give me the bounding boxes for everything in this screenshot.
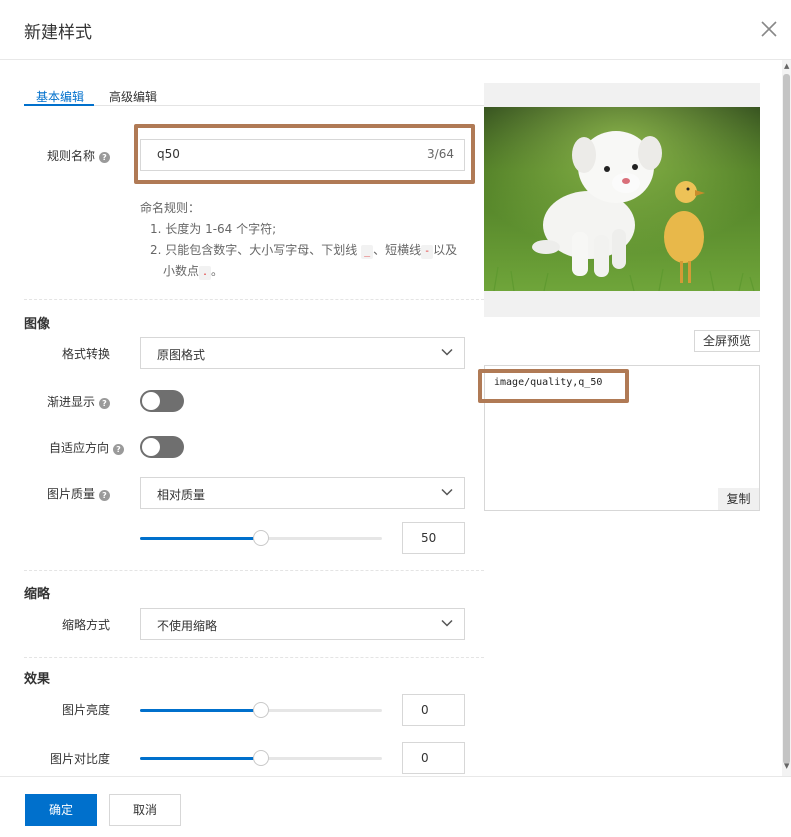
naming-rule-2-cont: 小数点.。 — [140, 261, 457, 282]
quality-number-value: 50 — [421, 531, 437, 545]
quality-slider[interactable] — [140, 530, 382, 546]
rule-name-char-count: 3/64 — [427, 147, 454, 161]
vertical-scrollbar[interactable] — [782, 60, 791, 776]
divider — [24, 299, 484, 300]
tab-advanced-edit[interactable]: 高级编辑 — [109, 88, 157, 105]
quality-mode-value: 相对质量 — [157, 488, 206, 502]
slider-handle[interactable] — [253, 530, 269, 546]
new-style-dialog: 新建样式 基本编辑 高级编辑 规则名称? q50 3/64 命名规则： 1. 长… — [0, 0, 791, 837]
contrast-label-text: 图片对比度 — [49, 752, 110, 766]
image-section-title: 图像 — [24, 317, 51, 332]
contrast-label: 图片对比度 — [0, 750, 110, 767]
naming-rule-2-text-e: 。 — [211, 264, 224, 278]
format-select-value: 原图格式 — [157, 348, 206, 362]
brightness-number-input[interactable]: 0 — [402, 694, 465, 726]
naming-rule-2-text-b: 、短横线 — [373, 243, 422, 257]
naming-rule-2-text-a: 2. 只能包含数字、大小写字母、下划线 — [150, 243, 358, 257]
slider-track — [140, 537, 261, 540]
chevron-down-icon — [440, 485, 454, 502]
auto-orient-label-text: 自适应方向 — [48, 441, 109, 455]
fullscreen-preview-button[interactable]: 全屏预览 — [694, 330, 760, 352]
progressive-label: 渐进显示? — [0, 393, 110, 410]
divider — [24, 657, 484, 658]
effect-section-title: 效果 — [24, 672, 51, 687]
slider-track — [140, 757, 261, 760]
thumbnail-section-title: 缩略 — [24, 587, 51, 602]
naming-rule-1: 1. 长度为 1-64 个字符; — [150, 222, 277, 236]
preview-panel — [484, 83, 760, 317]
preview-image — [484, 107, 760, 291]
edit-tabs: 基本编辑 高级编辑 — [24, 84, 484, 106]
dialog-footer: 确定 取消 — [0, 776, 791, 837]
help-icon[interactable]: ? — [113, 444, 124, 455]
thumbnail-method-label: 缩略方式 — [0, 616, 110, 633]
format-select[interactable]: 原图格式 — [140, 337, 465, 369]
code-underscore: _ — [361, 245, 374, 259]
auto-orient-toggle[interactable] — [140, 436, 184, 458]
thumbnail-method-value: 不使用缩略 — [157, 619, 218, 633]
code-dot: . — [199, 266, 212, 280]
help-icon[interactable]: ? — [99, 152, 110, 163]
progressive-label-text: 渐进显示 — [46, 395, 95, 409]
divider — [24, 570, 484, 571]
quality-number-input[interactable]: 50 — [402, 522, 465, 554]
quality-label-text: 图片质量 — [46, 487, 95, 501]
naming-rule-2-text-d: 小数点 — [163, 264, 200, 278]
copy-button[interactable]: 复制 — [718, 488, 759, 510]
scroll-up-arrow-icon[interactable]: ▲ — [784, 62, 789, 70]
code-highlight — [478, 369, 629, 403]
brightness-number-value: 0 — [421, 703, 429, 717]
dialog-title: 新建样式 — [24, 23, 92, 43]
toggle-knob — [142, 392, 160, 410]
toggle-knob — [142, 438, 160, 456]
rule-name-label: 规则名称? — [0, 147, 110, 164]
slider-handle[interactable] — [253, 702, 269, 718]
thumbnail-method-label-text: 缩略方式 — [61, 618, 110, 632]
scrollbar-thumb[interactable] — [783, 74, 790, 764]
slider-track — [140, 709, 261, 712]
help-icon[interactable]: ? — [99, 398, 110, 409]
rule-name-value[interactable]: q50 — [157, 147, 180, 161]
quality-mode-select[interactable]: 相对质量 — [140, 477, 465, 509]
code-dash: - — [421, 245, 434, 259]
contrast-number-input[interactable]: 0 — [402, 742, 465, 774]
auto-orient-label: 自适应方向? — [14, 439, 124, 456]
confirm-button[interactable]: 确定 — [25, 794, 97, 826]
active-tab-indicator — [24, 104, 94, 106]
format-label-text: 格式转换 — [61, 347, 110, 361]
chevron-down-icon — [440, 345, 454, 362]
naming-rule-2: 2. 只能包含数字、大小写字母、下划线 _ 、短横线 - 以及 — [140, 240, 457, 261]
brightness-label: 图片亮度 — [0, 701, 110, 718]
cancel-button[interactable]: 取消 — [109, 794, 181, 826]
naming-rules-title: 命名规则： — [140, 201, 201, 215]
brightness-slider[interactable] — [140, 702, 382, 718]
close-icon[interactable] — [758, 18, 780, 40]
naming-rule-2-text-c: 以及 — [433, 243, 458, 257]
contrast-number-value: 0 — [421, 751, 429, 765]
tab-basic-edit[interactable]: 基本编辑 — [36, 88, 84, 105]
chevron-down-icon — [440, 616, 454, 633]
dialog-body: 基本编辑 高级编辑 规则名称? q50 3/64 命名规则： 1. 长度为 1-… — [0, 60, 791, 776]
rule-name-input[interactable]: q50 3/64 — [140, 139, 465, 171]
rule-name-label-text: 规则名称 — [46, 149, 95, 163]
help-icon[interactable]: ? — [99, 490, 110, 501]
contrast-slider[interactable] — [140, 750, 382, 766]
quality-label: 图片质量? — [0, 485, 110, 502]
naming-rules: 命名规则： 1. 长度为 1-64 个字符; 2. 只能包含数字、大小写字母、下… — [140, 198, 457, 282]
format-label: 格式转换 — [0, 345, 110, 362]
dialog-header: 新建样式 — [0, 0, 791, 60]
progressive-toggle[interactable] — [140, 390, 184, 412]
thumbnail-method-select[interactable]: 不使用缩略 — [140, 608, 465, 640]
scroll-down-arrow-icon[interactable]: ▼ — [784, 762, 789, 770]
brightness-label-text: 图片亮度 — [61, 703, 110, 717]
slider-handle[interactable] — [253, 750, 269, 766]
